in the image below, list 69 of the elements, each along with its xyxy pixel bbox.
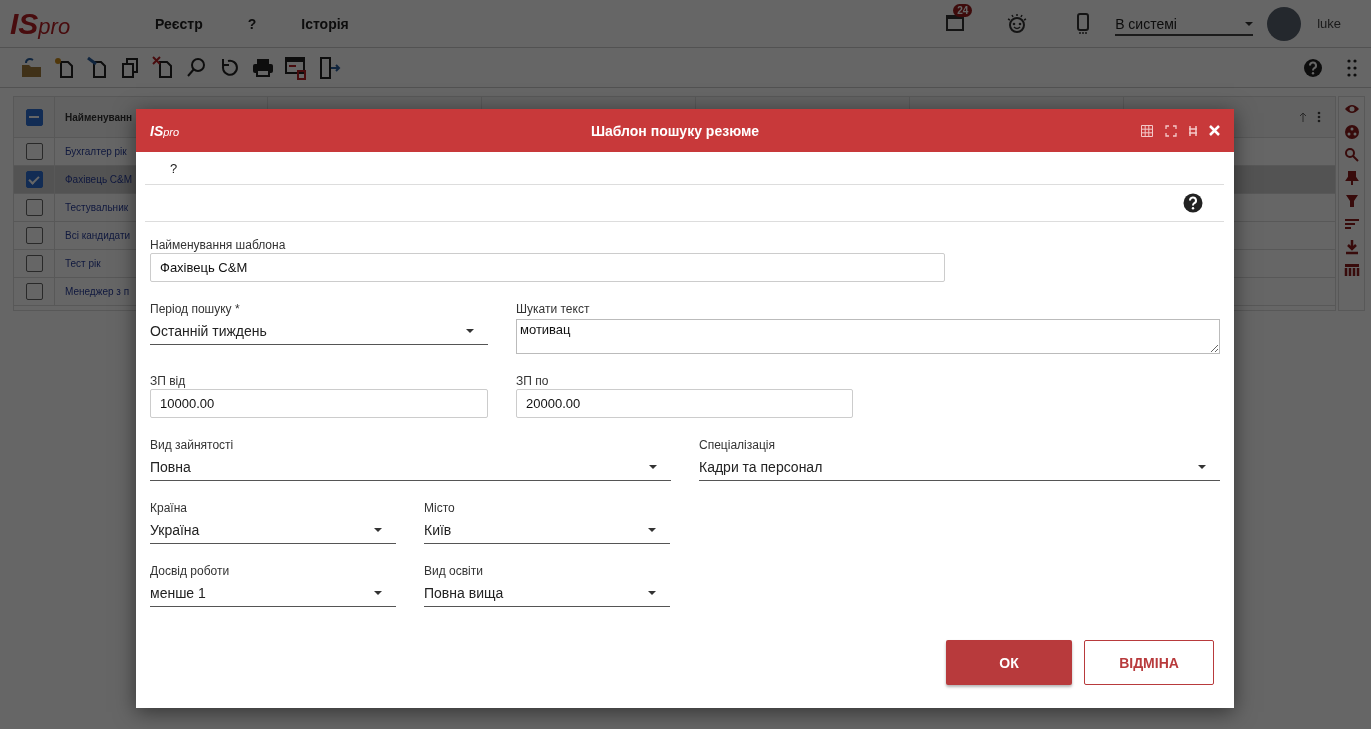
- report-icon[interactable]: [284, 55, 308, 80]
- dropdown[interactable]: Кадри та персонал: [699, 453, 1220, 481]
- exit-icon[interactable]: [317, 55, 341, 80]
- cancel-button[interactable]: ВІДМІНА: [1084, 640, 1214, 685]
- field-label: Шукати текст: [516, 301, 591, 317]
- grid-dots-icon[interactable]: [1347, 58, 1357, 77]
- grid-icon[interactable]: [1141, 124, 1153, 137]
- input-field[interactable]: Фахівець C&M: [150, 253, 945, 282]
- caret-icon: [1245, 21, 1254, 26]
- expand-icon[interactable]: [1165, 124, 1177, 137]
- input-field[interactable]: 20000.00: [516, 389, 853, 418]
- dropdown[interactable]: Повна: [150, 453, 671, 481]
- ok-button[interactable]: ОК: [946, 640, 1072, 685]
- dropdown[interactable]: Повна вища: [424, 579, 670, 607]
- field-label: Найменування шаблона: [150, 237, 287, 253]
- row-checkbox[interactable]: [25, 199, 43, 216]
- folder-icon[interactable]: [20, 55, 44, 80]
- dropdown[interactable]: Київ: [424, 516, 670, 544]
- phone-icon[interactable]: [1077, 12, 1090, 35]
- select-all-checkbox[interactable]: [25, 108, 43, 126]
- caret-icon: [466, 328, 474, 333]
- sort-arrow-icon[interactable]: [1299, 112, 1307, 122]
- caret-icon: [374, 527, 382, 532]
- field-label: Період пошуку *: [150, 301, 241, 317]
- columns-icon[interactable]: [1343, 262, 1360, 278]
- dialog-title: Шаблон пошуку резюме: [589, 122, 761, 139]
- input-field[interactable]: 10000.00: [150, 389, 488, 418]
- dropdown[interactable]: Останній тиждень: [150, 317, 488, 345]
- search-icon[interactable]: [1343, 147, 1360, 163]
- field-label: Країна: [150, 500, 188, 516]
- dropdown[interactable]: менше 1: [150, 579, 396, 607]
- field-label: ЗП по: [516, 373, 550, 389]
- menu-item[interactable]: ?: [170, 160, 178, 176]
- field-label: Місто: [424, 500, 456, 516]
- caret-icon: [374, 590, 382, 595]
- row-checkbox[interactable]: [25, 143, 43, 160]
- caret-icon: [648, 590, 656, 595]
- avatar[interactable]: [1267, 6, 1302, 41]
- table-cell: Фахівець C&M: [65, 174, 133, 185]
- close-icon[interactable]: [1209, 125, 1220, 136]
- table-cell: Тест рік: [65, 258, 101, 269]
- row-checkbox[interactable]: [25, 255, 43, 272]
- more-icon[interactable]: [1317, 111, 1321, 123]
- row-checkbox[interactable]: [25, 171, 43, 188]
- table-cell: Бухгалтер рік: [65, 146, 127, 157]
- field-label: Вид освіти: [424, 563, 484, 579]
- palette-icon[interactable]: [1343, 124, 1360, 140]
- caret-icon: [1198, 464, 1206, 469]
- field-label: Досвід роботи: [150, 563, 231, 579]
- download-icon[interactable]: [1343, 239, 1360, 255]
- dropdown[interactable]: Україна: [150, 516, 396, 544]
- text-area[interactable]: мотивац: [516, 319, 1220, 354]
- field-label: Спеціалізація: [699, 437, 776, 453]
- field-label: Вид зайнятості: [150, 437, 235, 453]
- caret-icon: [649, 464, 657, 469]
- sort-lines-icon[interactable]: [1343, 216, 1360, 232]
- row-checkbox[interactable]: [25, 283, 43, 300]
- table-cell: Всі кандидати: [65, 230, 131, 241]
- caret-icon: [648, 527, 656, 532]
- row-checkbox[interactable]: [25, 227, 43, 244]
- drag-handle-icon[interactable]: [1189, 124, 1197, 137]
- pin-icon[interactable]: [1343, 170, 1360, 186]
- ispro-logo: ISpro: [150, 122, 181, 139]
- table-cell: Тестувальник: [65, 202, 129, 213]
- filter-icon[interactable]: [1343, 193, 1360, 209]
- field-label: ЗП від: [150, 373, 187, 389]
- notification-badge: 24: [953, 3, 973, 17]
- help-icon[interactable]: [1183, 193, 1203, 213]
- table-cell: Менеджер з п: [65, 286, 130, 297]
